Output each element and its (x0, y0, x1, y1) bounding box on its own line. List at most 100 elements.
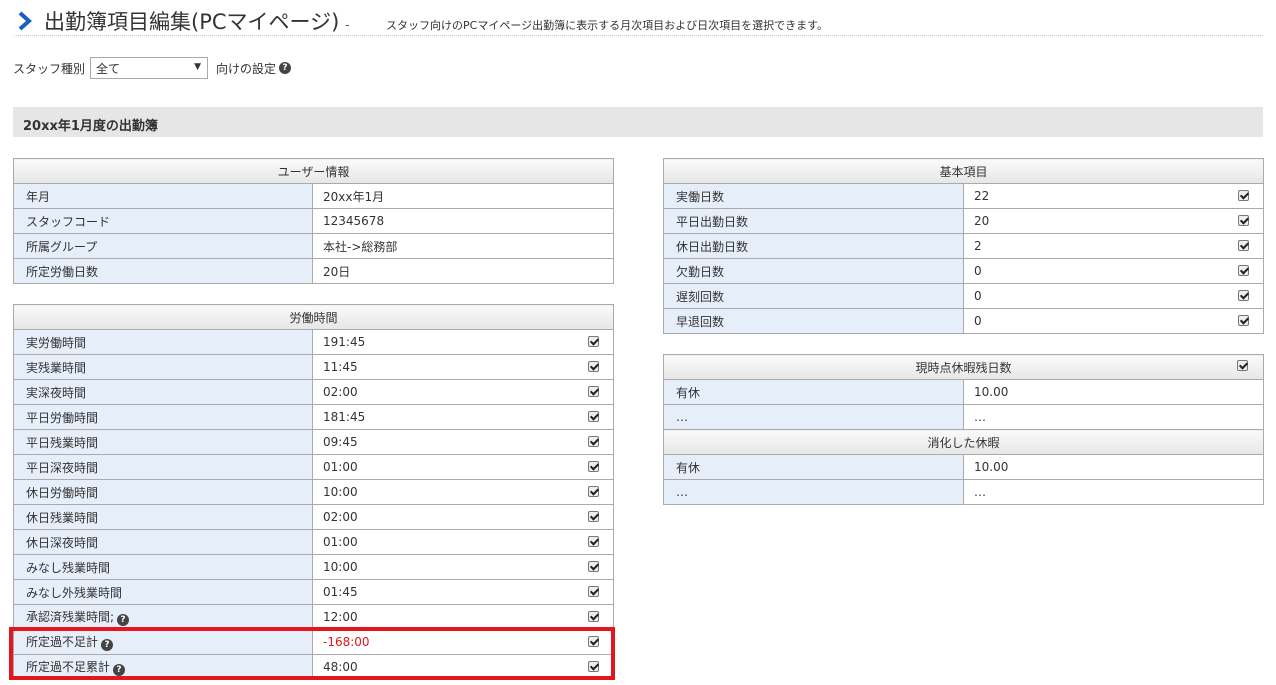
show-item-checkbox[interactable] (588, 411, 600, 422)
show-item-checkbox[interactable] (1238, 265, 1250, 276)
table-row: みなし外残業時間 01:45 (13, 579, 615, 605)
row-value: 20 (962, 208, 1265, 234)
table-row: 年月 20xx年1月 (13, 183, 615, 209)
show-item-checkbox[interactable] (588, 636, 600, 647)
row-label: 平日労働時間 (13, 404, 313, 430)
leave-used-title: 消化した休暇 (662, 429, 1265, 455)
table-row: 所定労働日数 20日 (13, 258, 615, 284)
row-value: 12:00 (311, 604, 615, 630)
row-value: 10:00 (311, 479, 615, 505)
show-item-checkbox[interactable] (1238, 240, 1250, 251)
row-label: みなし外残業時間 (13, 579, 313, 605)
row-value: 191:45 (311, 329, 615, 355)
row-value: 11:45 (311, 354, 615, 380)
show-item-checkbox[interactable] (1238, 190, 1250, 201)
row-value: … (962, 479, 1265, 505)
leave-table: 現時点休暇残日数 有休 10.00 …… 消化した休暇 有休 10.00 …… (662, 354, 1265, 505)
row-value: 12345678 (311, 208, 615, 234)
row-label: … (663, 479, 964, 505)
staff-type-label: スタッフ種別 (13, 61, 86, 76)
table-row: 早退回数 0 (663, 308, 1265, 334)
table-row: みなし残業時間 10:00 (13, 554, 615, 580)
title-separator: - (345, 18, 350, 32)
user-info-title: ユーザー情報 (12, 158, 615, 184)
show-item-checkbox[interactable] (588, 336, 600, 347)
table-row: 休日深夜時間 01:00 (13, 529, 615, 555)
row-value: 01:00 (311, 454, 615, 480)
row-value: 10.00 (962, 379, 1265, 405)
staff-type-suffix: 向けの設定 (216, 61, 277, 76)
row-value: 48:00 (311, 654, 615, 680)
staff-type-filter: スタッフ種別 全て ▼ 向けの設定 ? (13, 57, 292, 79)
show-item-checkbox[interactable] (588, 436, 600, 447)
row-value: 22 (962, 183, 1265, 209)
show-leave-checkbox[interactable] (1237, 360, 1249, 371)
page-description: スタッフ向けのPCマイページ出勤簿に表示する月次項目および日次項目を選択できます… (386, 19, 828, 32)
show-item-checkbox[interactable] (588, 386, 600, 397)
row-value: … (962, 404, 1265, 430)
show-item-checkbox[interactable] (1238, 290, 1250, 301)
dropdown-arrow-icon: ▼ (194, 62, 202, 72)
show-item-checkbox[interactable] (588, 486, 600, 497)
table-row: 承認済残業時間;? 12:00 (13, 604, 615, 630)
row-label: 欠勤日数 (663, 258, 964, 284)
negative-value: -168:00 (323, 635, 370, 649)
row-label: 所定労働日数 (13, 258, 313, 284)
row-value: 02:00 (311, 504, 615, 530)
staff-type-selected-value: 全て (96, 62, 121, 76)
table-row: 所属グループ 本社->総務部 (13, 233, 615, 259)
table-row: 実残業時間 11:45 (13, 354, 615, 380)
row-label: 休日労働時間 (13, 479, 313, 505)
show-item-checkbox[interactable] (588, 611, 600, 622)
show-item-checkbox[interactable] (588, 561, 600, 572)
show-item-checkbox[interactable] (588, 586, 600, 597)
table-row: スタッフコード 12345678 (13, 208, 615, 234)
show-item-checkbox[interactable] (588, 361, 600, 372)
row-label: 有休 (663, 454, 964, 480)
row-value: 本社->総務部 (311, 233, 615, 259)
show-item-checkbox[interactable] (588, 461, 600, 472)
row-label: 平日深夜時間 (13, 454, 313, 480)
show-item-checkbox[interactable] (1238, 215, 1250, 226)
work-time-table: 労働時間 実労働時間 191:45 実残業時間 11:45 実深夜時間 02:00 平… (12, 304, 615, 680)
table-row: 実深夜時間 02:00 (13, 379, 615, 405)
row-label: 承認済残業時間;? (13, 604, 313, 630)
row-value: 01:45 (311, 579, 615, 605)
show-item-checkbox[interactable] (588, 536, 600, 547)
help-icon[interactable]: ? (113, 664, 126, 676)
table-row: 平日深夜時間 01:00 (13, 454, 615, 480)
table-row: …… (663, 404, 1265, 430)
row-value: 20日 (311, 258, 615, 284)
chevron-right-icon (18, 11, 33, 31)
show-item-checkbox[interactable] (588, 661, 600, 672)
row-value: 01:00 (311, 529, 615, 555)
basic-items-table: 基本項目 実働日数 22 平日出勤日数 20 休日出勤日数 2 欠勤日数 0 遅刻回数 0… (662, 158, 1265, 334)
table-row: 有休 10.00 (663, 379, 1265, 405)
row-value: 0 (962, 258, 1265, 284)
table-row: 遅刻回数 0 (663, 283, 1265, 309)
page-title: 出勤簿項目編集(PCマイページ) - (44, 10, 350, 34)
help-icon[interactable]: ? (117, 614, 130, 626)
table-row: 平日残業時間 09:45 (13, 429, 615, 455)
row-label: 所属グループ (13, 233, 313, 259)
row-label: 所定過不足累計? (13, 654, 313, 680)
show-item-checkbox[interactable] (588, 511, 600, 522)
row-value: 20xx年1月 (311, 183, 615, 209)
row-value: 0 (962, 308, 1265, 334)
basic-items-title: 基本項目 (662, 158, 1265, 184)
table-row: 有休 10.00 (663, 454, 1265, 480)
row-label: スタッフコード (13, 208, 313, 234)
staff-type-select[interactable]: 全て ▼ (90, 57, 209, 79)
row-label: 休日残業時間 (13, 504, 313, 530)
row-value: 10:00 (311, 554, 615, 580)
row-label: 実働日数 (663, 183, 964, 209)
help-icon[interactable]: ? (101, 639, 114, 651)
table-row: 所定過不足計? -168:00 (13, 629, 615, 655)
help-icon[interactable]: ? (279, 62, 292, 74)
table-row: …… (663, 479, 1265, 505)
table-row: 休日出勤日数 2 (663, 233, 1265, 259)
leave-remaining-title: 現時点休暇残日数 (662, 354, 1265, 380)
row-label: 遅刻回数 (663, 283, 964, 309)
show-item-checkbox[interactable] (1238, 315, 1250, 326)
row-value: 2 (962, 233, 1265, 259)
